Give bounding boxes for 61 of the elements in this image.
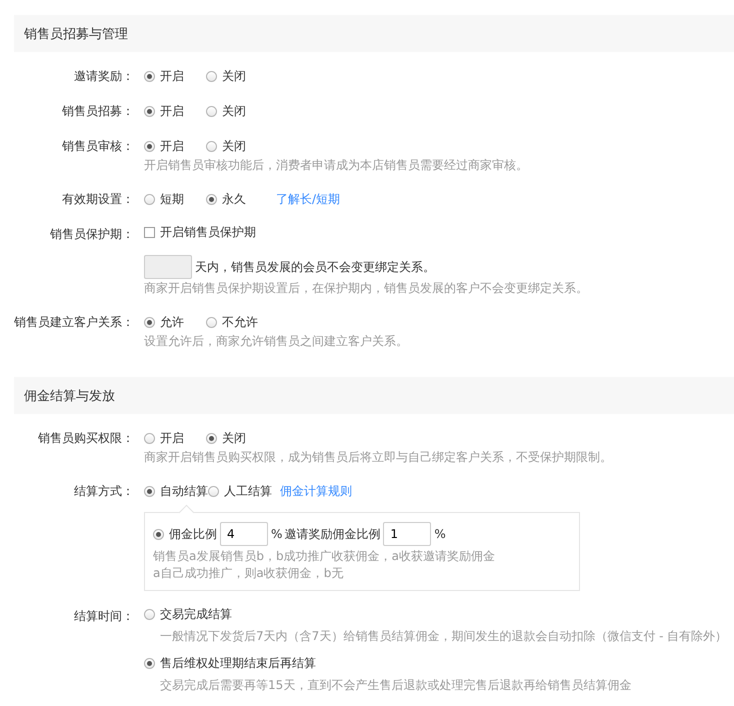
option-label[interactable]: 开启	[160, 430, 184, 446]
field-label: 销售员审核：	[62, 139, 134, 153]
option-label[interactable]: 关闭	[222, 430, 246, 446]
option-label[interactable]: 交易完成结算	[160, 606, 232, 623]
radio-button[interactable]	[144, 486, 155, 496]
radio-button[interactable]	[206, 106, 217, 116]
hint-text: 交易完成后需要再等15天，直到不会产生售后退款或处理完售后退款再给销售员结算佣金	[160, 677, 632, 694]
radio-button[interactable]	[144, 194, 155, 204]
option-label[interactable]: 开启	[160, 68, 184, 84]
field-label: 销售员招募：	[62, 104, 134, 118]
option-label[interactable]: 开启	[160, 102, 184, 120]
field-label: 结算方式：	[74, 484, 134, 498]
option-label[interactable]: 自动结算	[160, 482, 208, 500]
radio-button[interactable]	[144, 106, 155, 116]
option-label[interactable]: 佣金比例	[169, 526, 217, 542]
field-label: 结算时间：	[74, 609, 134, 623]
option-label[interactable]: 关闭	[222, 68, 246, 84]
section-title: 销售员招募与管理	[24, 26, 128, 42]
radio-button[interactable]	[208, 486, 219, 496]
option-label[interactable]: 关闭	[222, 102, 246, 120]
field-label: 销售员保护期：	[50, 227, 134, 241]
field-label: 销售员购买权限：	[38, 431, 134, 445]
ratio-input[interactable]: 4	[220, 522, 268, 546]
option-label[interactable]: 售后维权处理期结束后再结算	[160, 655, 316, 672]
option-label[interactable]: 人工结算	[224, 482, 272, 500]
unit-label: %	[271, 527, 282, 541]
option-label[interactable]: 允许	[160, 314, 184, 330]
hint-text: 商家开启销售员保护期设置后，在保护期内，销售员发展的客户不会变更绑定关系。	[144, 280, 588, 297]
hint-text: 开启销售员审核功能后，消费者申请成为本店销售员需要经过商家审核。	[144, 157, 528, 174]
option-label[interactable]: 永久	[222, 190, 246, 208]
hint-text: 设置允许后，商家允许销售员之间建立客户关系。	[144, 333, 408, 350]
option-label[interactable]: 关闭	[222, 138, 246, 154]
unit-label: %	[434, 527, 446, 541]
hint-text: a自己成功推广，则a收获佣金，b无	[153, 565, 344, 582]
radio-button[interactable]	[144, 316, 155, 328]
radio-button[interactable]	[144, 140, 155, 152]
radio-button[interactable]	[206, 140, 217, 152]
radio-button[interactable]	[144, 432, 155, 444]
option-label: 邀请奖励佣金比例	[284, 526, 380, 542]
option-label[interactable]: 短期	[160, 190, 184, 208]
radio-button[interactable]	[144, 658, 155, 669]
option-label[interactable]: 开启	[160, 138, 184, 154]
hint-text: 销售员a发展销售员b，b成功推广收获佣金，a收获邀请奖励佣金	[153, 548, 496, 565]
radio-button[interactable]	[206, 194, 217, 204]
days-text: 天内，销售员发展的会员不会变更绑定关系。	[195, 258, 435, 276]
field-label: 销售员建立客户关系：	[14, 315, 134, 329]
radio-button[interactable]	[144, 70, 155, 82]
radio-button[interactable]	[153, 528, 164, 540]
radio-button[interactable]	[144, 609, 155, 620]
radio-button[interactable]	[206, 70, 217, 82]
hint-text: 一般情况下发货后7天内（含7天）给销售员结算佣金，期间发生的退款会自动扣除（微信支付 - 自有除外）	[160, 628, 728, 645]
field-label: 有效期设置：	[62, 192, 134, 206]
hint-text: 商家开启销售员购买权限，成为销售员后将立即与自己绑定客户关系，不受保护期限制。	[144, 449, 612, 466]
field-label: 邀请奖励：	[74, 69, 134, 83]
radio-button[interactable]	[206, 432, 217, 444]
checkbox[interactable]	[144, 227, 155, 238]
radio-button[interactable]	[206, 316, 217, 328]
section-title: 佣金结算与发放	[24, 388, 115, 404]
ratio-input[interactable]: 1	[383, 522, 432, 546]
option-label[interactable]: 开启销售员保护期	[160, 224, 256, 241]
option-label[interactable]: 不允许	[222, 314, 258, 330]
